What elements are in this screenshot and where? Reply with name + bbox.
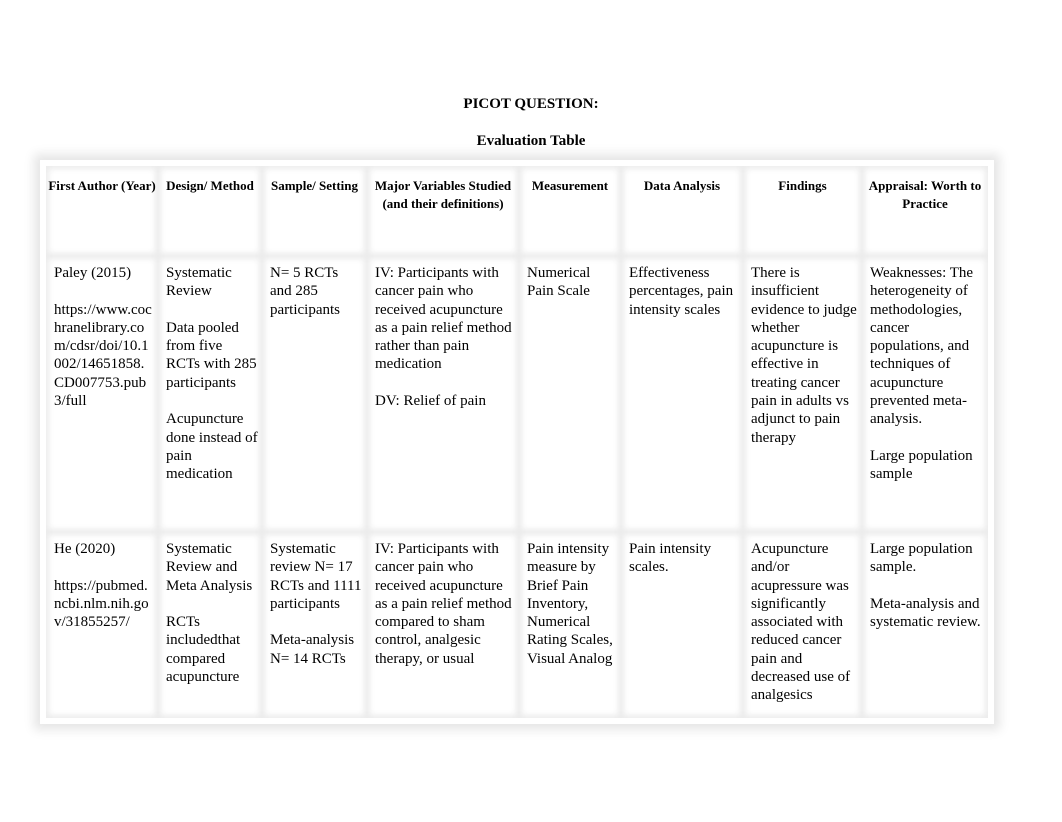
header-sample-setting: Sample/ Setting: [262, 166, 367, 256]
design-text: Data pooled from five RCTs with 285 part…: [166, 319, 257, 391]
variables-text: IV: Participants with cancer pain who re…: [375, 541, 512, 667]
analysis-text: Pain intensity scales.: [629, 541, 712, 576]
design-text: RCTs includedthat compared acupuncture: [166, 614, 241, 686]
variables-text: DV: Relief of pain: [375, 393, 486, 410]
author-year: Paley (2015): [54, 265, 132, 281]
header-data-analysis: Data Analysis: [621, 166, 743, 256]
evaluation-table: First Author (Year) Design/ Method Sampl…: [46, 166, 988, 718]
measurement-text: Numerical Pain Scale: [527, 265, 591, 300]
table-row: He (2020) https://pubmed.ncbi.nlm.nih.go…: [46, 532, 988, 718]
cell-appraisal: Large population sample. Meta-analysis a…: [862, 532, 988, 718]
cell-findings: There is insufficient evidence to judge …: [743, 256, 862, 532]
cell-sample: N= 5 RCTs and 285 participants: [262, 256, 367, 532]
design-text: Systematic Review: [166, 265, 232, 300]
findings-text: There is insufficient evidence to judge …: [751, 265, 857, 446]
design-text: Acupuncture done instead of pain medicat…: [166, 411, 258, 483]
appraisal-text: Large population sample: [870, 447, 973, 483]
cell-author: He (2020) https://pubmed.ncbi.nlm.nih.go…: [46, 532, 158, 718]
header-measurement: Measurement: [519, 166, 621, 256]
appraisal-text: Meta-analysis and systematic review.: [870, 595, 981, 631]
cell-sample: Systematic review N= 17 RCTs and 1111 pa…: [262, 532, 367, 718]
appraisal-text: Weaknesses: The heterogeneity of methodo…: [870, 265, 974, 428]
header-design-method: Design/ Method: [158, 166, 262, 256]
source-link[interactable]: https://www.cochranelibrary.com/cdsr/doi…: [54, 301, 154, 411]
cell-appraisal: Weaknesses: The heterogeneity of methodo…: [862, 256, 988, 532]
document-title: PICOT QUESTION:: [463, 96, 599, 112]
variables-text: IV: Participants with cancer pain who re…: [375, 265, 512, 373]
cell-measurement: Pain intensity measure by Brief Pain Inv…: [519, 532, 621, 718]
cell-findings: Acupuncture and/or acupressure was signi…: [743, 532, 862, 718]
author-year: He (2020): [54, 541, 116, 557]
sample-text: Systematic review N= 17 RCTs and 1111 pa…: [270, 541, 362, 612]
cell-variables: IV: Participants with cancer pain who re…: [367, 256, 519, 532]
cell-design: Systematic Review and Meta Analysis RCTs…: [158, 532, 262, 718]
sample-text: Meta-analysis N= 14 RCTs: [270, 632, 355, 667]
table-row: Paley (2015) https://www.cochranelibrary…: [46, 256, 988, 532]
header-findings: Findings: [743, 166, 862, 256]
design-text: Systematic Review and Meta Analysis: [166, 541, 253, 594]
header-first-author: First Author (Year): [46, 166, 158, 256]
cell-author: Paley (2015) https://www.cochranelibrary…: [46, 256, 158, 532]
findings-text: Acupuncture and/or acupressure was signi…: [751, 541, 851, 704]
appraisal-text: Large population sample.: [870, 541, 973, 576]
cell-analysis: Pain intensity scales.: [621, 532, 743, 718]
cell-design: Systematic Review Data pooled from five …: [158, 256, 262, 532]
table-header-row: First Author (Year) Design/ Method Sampl…: [46, 166, 988, 256]
cell-analysis: Effectiveness percentages, pain intensit…: [621, 256, 743, 532]
measurement-text: Pain intensity measure by Brief Pain Inv…: [527, 541, 613, 667]
table-title: Evaluation Table: [476, 133, 586, 149]
cell-measurement: Numerical Pain Scale: [519, 256, 621, 532]
header-major-variables: Major Variables Studied (and their defin…: [367, 166, 519, 256]
analysis-text: Effectiveness percentages, pain intensit…: [629, 265, 734, 318]
cell-variables: IV: Participants with cancer pain who re…: [367, 532, 519, 718]
source-link[interactable]: https://pubmed.ncbi.nlm.nih.gov/31855257…: [54, 577, 154, 632]
header-appraisal: Appraisal: Worth to Practice: [862, 166, 988, 256]
sample-text: N= 5 RCTs and 285 participants: [270, 265, 340, 318]
